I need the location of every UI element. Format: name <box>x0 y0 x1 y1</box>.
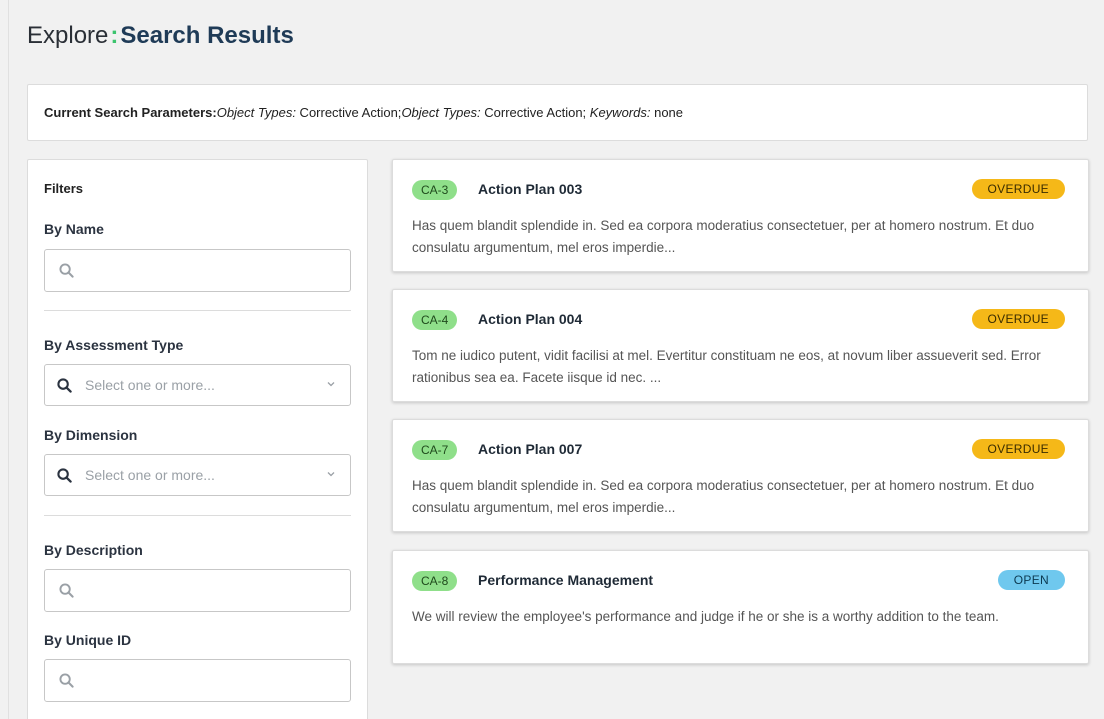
search-icon <box>59 673 74 688</box>
breadcrumb-separator: : <box>110 22 119 49</box>
param-value: none <box>650 105 684 120</box>
by-unique-id-input[interactable] <box>44 659 351 702</box>
result-description: Has quem blandit splendide in. Sed ea co… <box>412 478 1035 515</box>
result-description: We will review the employee's performanc… <box>412 609 999 624</box>
by-description-label: By Description <box>44 542 143 558</box>
status-badge: OVERDUE <box>971 309 1065 329</box>
id-badge: CA-7 <box>412 440 458 460</box>
id-badge: CA-4 <box>412 310 458 330</box>
result-title[interactable]: Action Plan 004 <box>478 311 582 327</box>
select-placeholder: Select one or more... <box>85 467 215 483</box>
search-icon <box>59 263 74 278</box>
filters-title: Filters <box>44 181 84 196</box>
result-description: Tom ne iudico putent, vidit facilisi at … <box>412 348 1041 385</box>
param-key: Object Types: <box>401 105 481 120</box>
by-name-label: By Name <box>44 221 104 237</box>
result-title[interactable]: Performance Management <box>478 572 653 588</box>
id-badge: CA-8 <box>412 571 458 591</box>
id-badge: CA-3 <box>412 180 458 200</box>
by-name-input[interactable] <box>44 249 351 292</box>
result-description: Has quem blandit splendide in. Sed ea co… <box>412 218 1035 255</box>
result-card[interactable]: CA-8 Performance Management OPEN We will… <box>392 550 1089 664</box>
result-title[interactable]: Action Plan 007 <box>478 441 582 457</box>
by-dimension-select[interactable]: Select one or more... <box>44 454 351 496</box>
param-key: Keywords: <box>589 105 651 120</box>
status-badge: OPEN <box>997 570 1065 590</box>
search-icon <box>57 378 72 393</box>
divider <box>44 310 351 311</box>
status-badge: OVERDUE <box>971 179 1065 199</box>
chevron-down-icon <box>327 472 335 477</box>
search-icon <box>57 468 72 483</box>
by-assessment-type-select[interactable]: Select one or more... <box>44 364 351 406</box>
search-parameters-bar: Current Search Parameters:Object Types: … <box>27 84 1088 141</box>
param-key: Object Types: <box>216 105 296 120</box>
by-description-input[interactable] <box>44 569 351 612</box>
by-unique-id-label: By Unique ID <box>44 632 132 648</box>
result-card[interactable]: CA-4 Action Plan 004 OVERDUE Tom ne iudi… <box>392 289 1089 402</box>
search-icon <box>59 583 74 598</box>
page-title: Explore:Search Results <box>27 22 294 50</box>
breadcrumb-explore[interactable]: Explore <box>27 22 108 49</box>
result-card[interactable]: CA-7 Action Plan 007 OVERDUE Has quem bl… <box>392 419 1089 532</box>
result-title[interactable]: Action Plan 003 <box>478 181 582 197</box>
param-value: Corrective Action; <box>295 105 402 120</box>
page-title-text: Search Results <box>120 22 294 49</box>
left-border <box>8 0 9 719</box>
by-assessment-type-label: By Assessment Type <box>44 337 184 353</box>
select-placeholder: Select one or more... <box>85 377 215 393</box>
chevron-down-icon <box>327 382 335 387</box>
status-badge: OVERDUE <box>971 439 1065 459</box>
by-dimension-label: By Dimension <box>44 427 138 443</box>
param-value: Corrective Action; <box>480 105 590 120</box>
result-card[interactable]: CA-3 Action Plan 003 OVERDUE Has quem bl… <box>392 159 1089 272</box>
filters-panel: Filters By Name By Assessment Type Selec… <box>27 159 368 719</box>
search-parameters-label: Current Search Parameters: <box>44 105 217 120</box>
divider <box>44 515 351 516</box>
